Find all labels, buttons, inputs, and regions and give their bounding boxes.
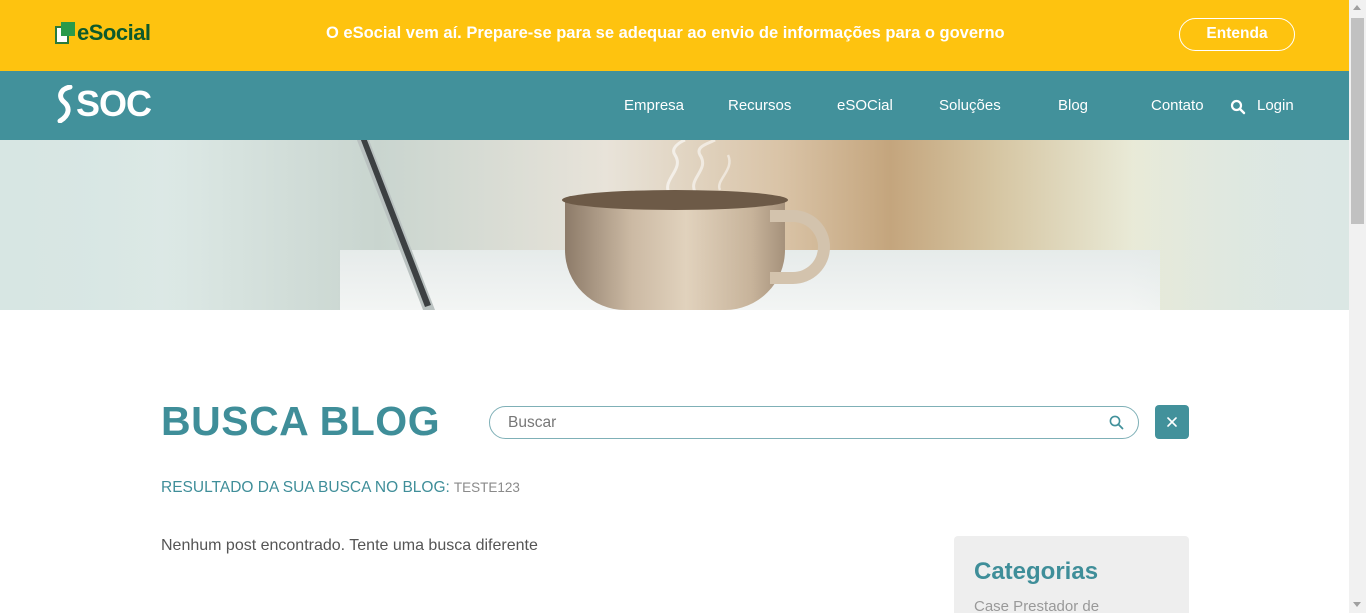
nav-item-solucoes[interactable]: Soluções	[939, 97, 1001, 114]
esocial-logo-icon	[55, 22, 75, 44]
scrollbar-thumb[interactable]	[1351, 18, 1364, 224]
search-result-label: RESULTADO DA SUA BUSCA NO BLOG:	[161, 479, 450, 496]
nav-item-contato[interactable]: Contato	[1151, 97, 1204, 114]
scroll-up-arrow-icon[interactable]	[1353, 5, 1361, 10]
nav-item-esocial[interactable]: eSOCial	[837, 97, 893, 114]
esocial-logo-text: eSocial	[77, 20, 151, 45]
banner-message: O eSocial vem aí. Prepare-se para se ade…	[326, 24, 1005, 42]
entenda-button[interactable]: Entenda	[1179, 18, 1295, 51]
categories-widget: Categorias Case Prestador de	[954, 536, 1189, 613]
categories-title: Categorias	[974, 558, 1099, 585]
esocial-logo[interactable]: eSocial	[55, 20, 151, 46]
category-item[interactable]: Case Prestador de	[974, 598, 1099, 613]
esocial-banner: eSocial O eSocial vem aí. Prepare-se par…	[0, 0, 1349, 71]
coffee-cup-rim	[562, 190, 788, 210]
clear-search-button[interactable]	[1155, 405, 1189, 439]
scroll-down-arrow-icon[interactable]	[1353, 602, 1361, 607]
nav-item-recursos[interactable]: Recursos	[728, 97, 791, 114]
nav-item-blog[interactable]: Blog	[1058, 97, 1088, 114]
laptop-image	[356, 140, 435, 310]
search-icon[interactable]	[1230, 99, 1246, 115]
hero-fade-left	[0, 140, 200, 310]
close-icon	[1167, 417, 1177, 427]
coffee-cup-image	[565, 196, 785, 310]
soc-logo[interactable]: SOC	[54, 83, 152, 124]
steam-image	[666, 140, 731, 195]
search-result-line: RESULTADO DA SUA BUSCA NO BLOG: TESTE123	[161, 479, 520, 497]
search-result-term: TESTE123	[453, 480, 520, 495]
main-navbar: SOC Empresa Recursos eSOCial Soluções Bl…	[0, 71, 1349, 140]
hero-fade-right	[1129, 140, 1349, 310]
blog-search-box[interactable]	[489, 406, 1139, 439]
page-scrollbar[interactable]	[1349, 0, 1366, 613]
search-submit-icon[interactable]	[1109, 415, 1124, 430]
nav-item-empresa[interactable]: Empresa	[624, 97, 684, 114]
hero-image	[0, 140, 1349, 310]
empty-results-message: Nenhum post encontrado. Tente uma busca …	[161, 537, 538, 554]
login-link[interactable]: Login	[1257, 97, 1294, 114]
soc-swirl-icon	[57, 85, 73, 123]
soc-logo-text: SOC	[76, 83, 152, 124]
blog-search-input[interactable]	[508, 407, 1098, 438]
page-title: BUSCA BLOG	[161, 398, 441, 444]
